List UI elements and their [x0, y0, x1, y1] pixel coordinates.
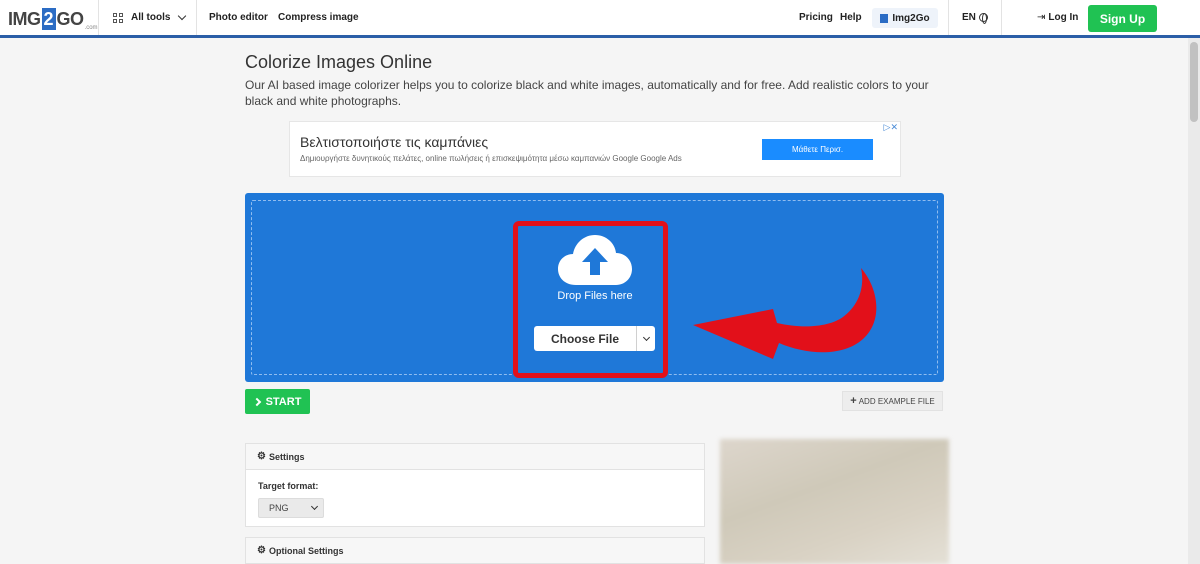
img2go-account-pill[interactable]: Img2Go	[872, 8, 938, 28]
gears-icon: ⚙	[257, 545, 266, 556]
logo-text-tail: .com	[84, 25, 98, 31]
logo-text-2: 2	[41, 8, 56, 30]
target-format-value: PNG	[269, 503, 289, 513]
target-format-label: Target format:	[258, 481, 319, 491]
ad-subtitle: Δημιουργήστε δυνητικούς πελάτες, online …	[300, 154, 682, 163]
optional-settings-panel[interactable]: ⚙ Optional Settings	[245, 537, 705, 564]
optional-settings-header[interactable]: ⚙ Optional Settings	[246, 538, 704, 564]
grid-icon	[113, 12, 123, 23]
optional-settings-heading: Optional Settings	[268, 545, 344, 556]
logo-text-img: IMG	[8, 8, 41, 29]
page-description: Our AI based image colorizer helps you t…	[245, 78, 929, 108]
ad-banner[interactable]: Βελτιστοποιήστε τις καμπάνιες Δημιουργήσ…	[289, 121, 901, 177]
gears-icon: ⚙	[257, 451, 266, 462]
chevron-down-icon	[178, 11, 187, 21]
compress-image-label: Compress image	[278, 12, 359, 23]
ad-choices-icon[interactable]: ▷✕	[884, 123, 898, 132]
start-label: START	[265, 395, 302, 408]
all-tools-label: All tools	[131, 12, 171, 23]
side-advertisement-image[interactable]	[720, 439, 949, 564]
file-drop-zone[interactable]: Drop Files here Choose File	[245, 193, 944, 382]
photo-editor-label: Photo editor	[209, 12, 268, 23]
img2go-mini-icon	[880, 13, 889, 23]
img2go-logo[interactable]: IMG 2 GO .com	[8, 7, 98, 31]
add-example-file-button[interactable]: + ADD EXAMPLE FILE	[842, 391, 943, 411]
divider	[196, 0, 197, 35]
target-format-select[interactable]: PNG	[258, 498, 324, 518]
divider	[98, 0, 99, 35]
plus-icon: +	[850, 395, 857, 407]
divider	[1001, 0, 1002, 35]
globe-icon	[978, 13, 988, 24]
start-button[interactable]: START	[245, 389, 310, 414]
nav-link-photo-editor[interactable]: Photo editor	[209, 0, 268, 35]
login-icon: ⇥	[1037, 12, 1046, 23]
language-selector[interactable]: EN	[962, 0, 988, 35]
ad-title: Βελτιστοποιήστε τις καμπάνιες	[300, 134, 489, 150]
add-example-label: ADD EXAMPLE FILE	[858, 396, 935, 406]
ad-learn-more-button[interactable]: Μάθετε Περισ.	[762, 139, 873, 160]
red-highlight-box	[513, 221, 668, 378]
help-label: Help	[840, 12, 862, 23]
login-label: Log In	[1048, 12, 1079, 23]
nav-link-compress-image[interactable]: Compress image	[278, 0, 359, 35]
top-navigation-bar: IMG 2 GO .com All tools Photo editor Com…	[0, 0, 1200, 38]
settings-header: ⚙ Settings	[246, 444, 704, 470]
settings-panel: ⚙ Settings Target format: PNG	[245, 443, 705, 527]
signup-button[interactable]: Sign Up	[1088, 5, 1157, 32]
chevron-right-icon	[252, 397, 261, 406]
all-tools-menu[interactable]: All tools	[113, 0, 187, 35]
scrollbar-thumb[interactable]	[1190, 42, 1198, 122]
red-curved-arrow-icon	[693, 268, 877, 359]
nav-link-pricing[interactable]: Pricing	[799, 0, 833, 35]
settings-heading: Settings	[268, 451, 305, 462]
language-label: EN	[962, 12, 976, 23]
divider	[948, 0, 949, 35]
chevron-down-icon	[310, 502, 319, 511]
logo-text-go: GO	[56, 8, 85, 29]
page-title: Colorize Images Online	[245, 52, 433, 72]
pricing-label: Pricing	[799, 12, 833, 23]
brand-pill-label: Img2Go	[892, 12, 930, 24]
nav-link-help[interactable]: Help	[840, 0, 862, 35]
login-link[interactable]: ⇥ Log In	[1037, 0, 1078, 35]
